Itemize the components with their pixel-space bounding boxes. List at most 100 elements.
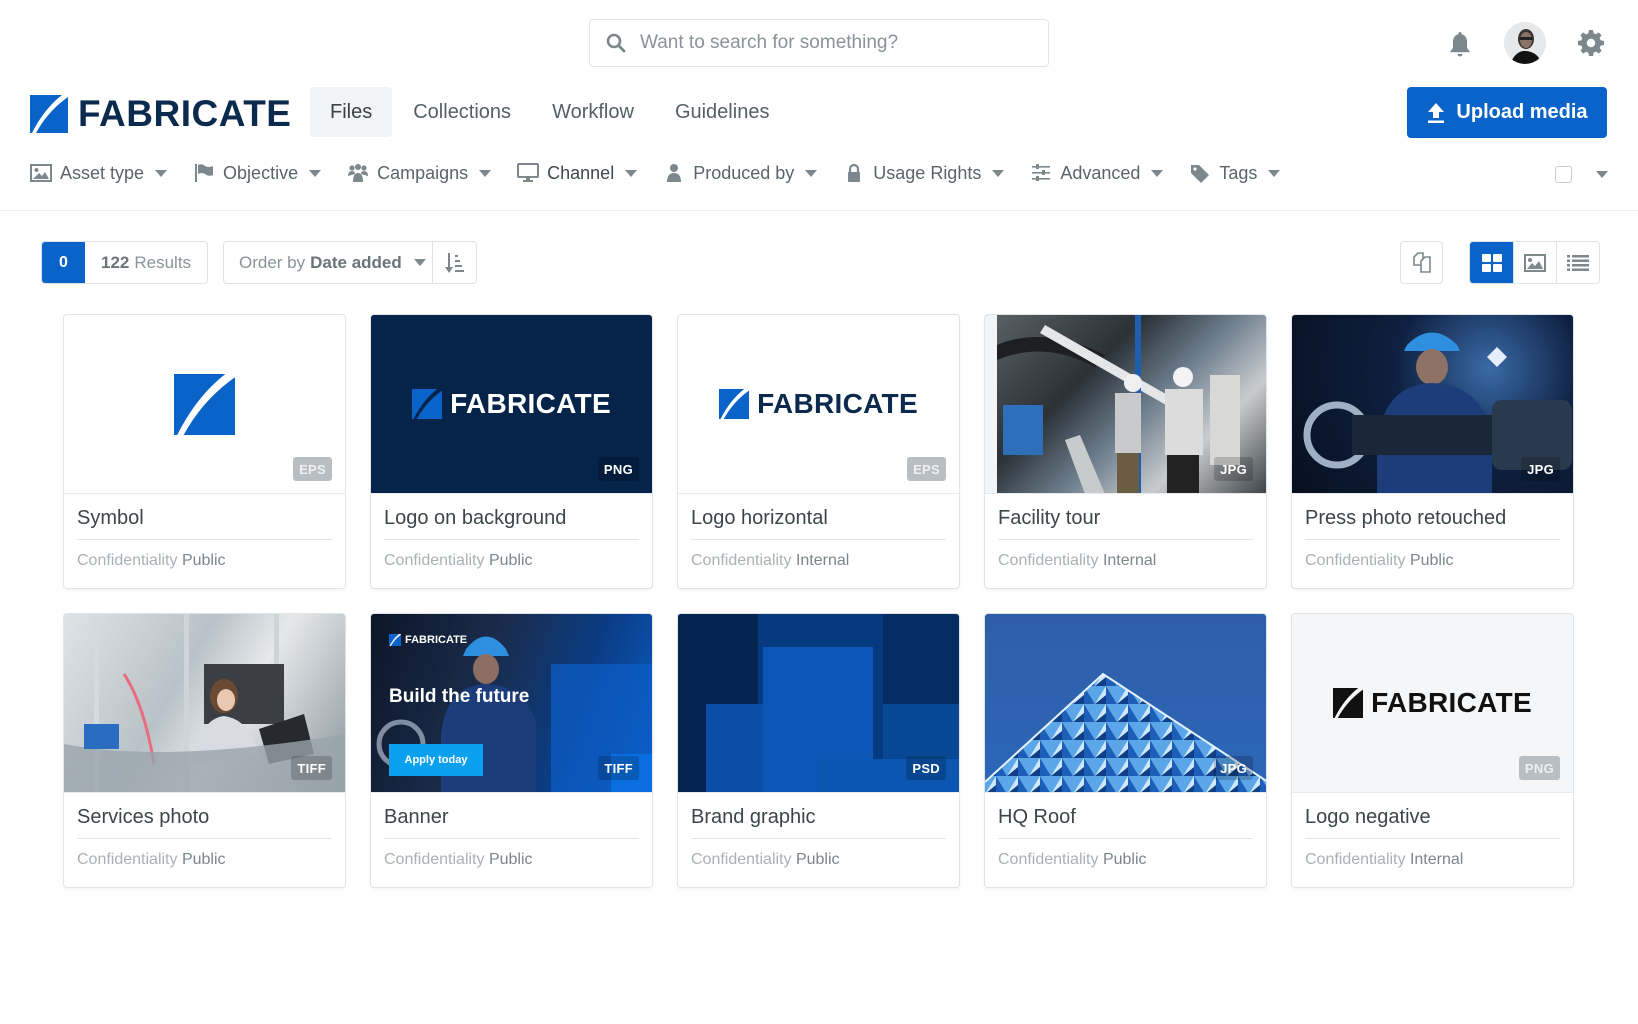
asset-card[interactable]: JPG Press photo retouched Confidentialit… [1291, 314, 1574, 589]
file-type-badge: PNG [597, 457, 639, 481]
asset-title: Logo negative [1305, 806, 1560, 839]
nav-tab-workflow[interactable]: Workflow [532, 87, 654, 137]
chevron-down-icon [413, 259, 426, 266]
asset-card[interactable]: JPG HQ Roof Confidentiality Public [984, 613, 1267, 888]
search-bar[interactable] [589, 19, 1049, 67]
file-type-badge: EPS [907, 457, 946, 481]
filter-asset-type[interactable]: Asset type [30, 163, 168, 184]
asset-thumbnail: JPG [1292, 315, 1573, 494]
asset-card[interactable]: FABRICATE PNG Logo negative Confidential… [1291, 613, 1574, 888]
duplicates-button[interactable] [1400, 241, 1443, 284]
gear-icon [1578, 30, 1604, 56]
sort-descending-icon [444, 252, 464, 273]
list-view-button[interactable] [1556, 242, 1599, 283]
asset-thumbnail: FABRICATE Build the future Apply today T… [371, 614, 652, 793]
thumb-brand-name: FABRICATE [757, 388, 918, 419]
asset-title: Facility tour [998, 507, 1253, 540]
filter-produced-by[interactable]: Produced by [663, 163, 818, 184]
filter-label: Campaigns [377, 162, 469, 183]
asset-title: Symbol [77, 507, 332, 540]
results-summary: 0 122 Results [41, 241, 209, 284]
asset-card[interactable]: TIFF Services photo Confidentiality Publ… [63, 613, 346, 888]
sliders-icon [1032, 164, 1051, 181]
sort-direction-button[interactable] [433, 242, 476, 283]
asset-card[interactable]: PSD Brand graphic Confidentiality Public [677, 613, 960, 888]
meta-label: Confidentiality [384, 552, 485, 569]
asset-thumbnail: JPG [985, 614, 1266, 793]
meta-label: Confidentiality [1305, 552, 1406, 569]
filter-label: Channel [547, 162, 615, 183]
image-icon [30, 164, 52, 182]
asset-thumbnail: FABRICATE EPS [678, 315, 959, 494]
nav-tab-collections[interactable]: Collections [393, 87, 531, 137]
asset-card[interactable]: EPS Symbol Confidentiality Public [63, 314, 346, 589]
selected-count-badge[interactable]: 0 [42, 242, 85, 283]
search-icon [606, 33, 626, 53]
order-by-prefix: Order by [239, 252, 306, 272]
image-icon [1524, 253, 1546, 272]
asset-card[interactable]: FABRICATE Build the future Apply today T… [370, 613, 653, 888]
brand-logo[interactable]: FABRICATE [30, 93, 291, 135]
file-type-badge: TIFF [291, 756, 332, 780]
asset-card[interactable]: FABRICATE EPS Logo horizontal Confidenti… [677, 314, 960, 589]
asset-confidentiality: Confidentiality Internal [691, 552, 946, 570]
meta-value: Public [1409, 552, 1454, 569]
asset-thumbnail: FABRICATE PNG [1292, 614, 1573, 793]
meta-value: Public [488, 851, 533, 868]
meta-value: Public [181, 851, 226, 868]
grid-icon [1481, 253, 1502, 272]
asset-title: Brand graphic [691, 806, 946, 839]
fabricate-logo-mark-icon [412, 389, 443, 419]
meta-label: Confidentiality [1305, 851, 1406, 868]
asset-title: HQ Roof [998, 806, 1253, 839]
nav-tab-guidelines[interactable]: Guidelines [655, 87, 790, 137]
grid-view-button[interactable] [1470, 242, 1513, 283]
filter-objective[interactable]: Objective [193, 162, 322, 184]
users-icon [348, 164, 369, 182]
filter-campaigns[interactable]: Campaigns [347, 162, 492, 184]
avatar-image [1504, 22, 1546, 64]
filter-label: Objective [223, 162, 299, 183]
user-avatar[interactable] [1504, 22, 1546, 64]
meta-label: Confidentiality [691, 851, 792, 868]
main-nav: Files Collections Workflow Guidelines [310, 87, 790, 137]
filter-channel[interactable]: Channel [517, 162, 638, 184]
results-count: 122 Results [85, 242, 207, 283]
fabricate-symbol-icon [174, 373, 235, 435]
monitor-icon [517, 163, 540, 182]
asset-title: Logo on background [384, 507, 639, 540]
asset-card[interactable]: FABRICATE PNG Logo on background Confide… [370, 314, 653, 589]
select-options-dropdown[interactable] [1596, 171, 1608, 178]
results-number: 122 [101, 252, 130, 272]
order-by-dropdown[interactable]: Order by Date added [224, 242, 433, 283]
asset-thumbnail: EPS [64, 315, 345, 494]
settings-button[interactable] [1577, 29, 1605, 57]
view-mode-toggle [1469, 241, 1600, 284]
meta-value: Internal [1409, 851, 1464, 868]
sort-control: Order by Date added [223, 241, 477, 284]
select-all-checkbox[interactable] [1555, 166, 1572, 183]
banner-headline: Build the future [389, 686, 530, 707]
thumb-brand-name: FABRICATE [1371, 687, 1532, 718]
banner-cta: Apply today [389, 744, 483, 776]
nav-tab-files[interactable]: Files [310, 87, 393, 137]
search-input[interactable] [640, 32, 1020, 54]
asset-confidentiality: Confidentiality Public [384, 851, 639, 869]
file-type-badge: TIFF [598, 756, 639, 780]
filter-tags[interactable]: Tags [1189, 162, 1281, 184]
fabricate-logo-mark-icon [389, 634, 401, 646]
image-view-button[interactable] [1513, 242, 1556, 283]
filter-advanced[interactable]: Advanced [1030, 163, 1164, 184]
asset-card[interactable]: JPG Facility tour Confidentiality Intern… [984, 314, 1267, 589]
upload-media-button[interactable]: Upload media [1407, 87, 1607, 138]
meta-value: Internal [1102, 552, 1157, 569]
filter-label: Tags [1219, 162, 1258, 183]
asset-confidentiality: Confidentiality Public [691, 851, 946, 869]
meta-value: Public [795, 851, 840, 868]
banner-brand-text: FABRICATE [405, 634, 468, 646]
filter-usage-rights[interactable]: Usage Rights [843, 163, 1005, 184]
asset-confidentiality: Confidentiality Public [998, 851, 1253, 869]
file-type-badge: PNG [1518, 756, 1560, 780]
notifications-button[interactable] [1447, 30, 1473, 58]
meta-value: Public [181, 552, 226, 569]
